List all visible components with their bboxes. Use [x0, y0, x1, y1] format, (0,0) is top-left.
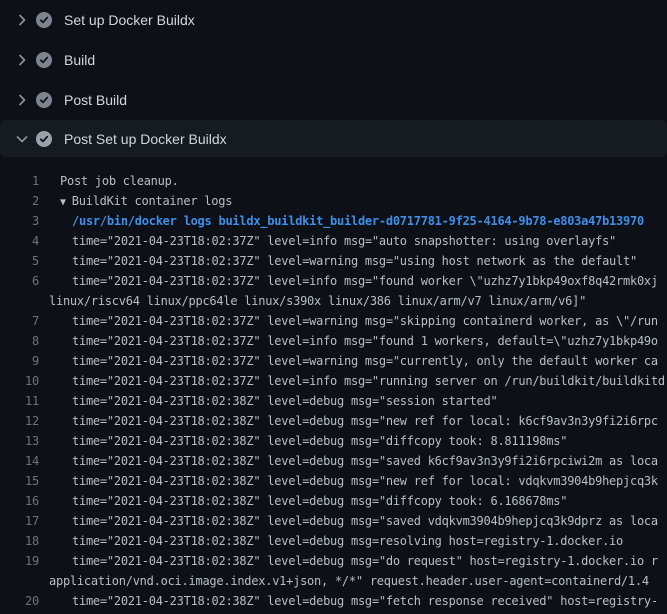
log-line: application/vnd.oci.image.index.v1+json,…	[0, 571, 667, 591]
log-line: 10 time="2021-04-23T18:02:37Z" level=inf…	[0, 371, 667, 391]
log-line-number[interactable]: 17	[0, 511, 39, 531]
log-line-text: linux/riscv64 linux/ppc64le linux/s390x …	[39, 291, 586, 311]
log-line-text: time="2021-04-23T18:02:37Z" level=warnin…	[39, 251, 637, 271]
log-line-number[interactable]: 5	[0, 251, 39, 271]
log-line: 2 ▼BuildKit container logs	[0, 191, 667, 211]
log-line-number[interactable]: 2	[0, 191, 39, 211]
step-label: Set up Docker Buildx	[64, 12, 195, 28]
step-row-post-build[interactable]: Post Build	[0, 80, 667, 120]
log-line-text: time="2021-04-23T18:02:37Z" level=info m…	[39, 231, 616, 251]
log-line-text: time="2021-04-23T18:02:38Z" level=debug …	[39, 511, 658, 531]
log-line-text: time="2021-04-23T18:02:37Z" level=warnin…	[39, 351, 658, 371]
log-line-text: time="2021-04-23T18:02:38Z" level=debug …	[39, 451, 658, 471]
log-line-text: time="2021-04-23T18:02:38Z" level=debug …	[39, 491, 567, 511]
log-line-number[interactable]: 15	[0, 471, 39, 491]
log-line-text: Post job cleanup.	[39, 171, 179, 191]
log-line-number[interactable]: 3	[0, 211, 39, 231]
log-line-text: time="2021-04-23T18:02:38Z" level=debug …	[39, 411, 658, 431]
log-line: 19 time="2021-04-23T18:02:38Z" level=deb…	[0, 551, 667, 571]
log-line-number[interactable]: 8	[0, 331, 39, 351]
step-row-setup-docker-buildx[interactable]: Set up Docker Buildx	[0, 0, 667, 40]
log-line-number[interactable]: 4	[0, 231, 39, 251]
log-line: 11 time="2021-04-23T18:02:38Z" level=deb…	[0, 391, 667, 411]
chevron-right-icon	[14, 92, 30, 108]
step-label: Post Set up Docker Buildx	[64, 131, 227, 147]
log-line: 6 time="2021-04-23T18:02:37Z" level=info…	[0, 271, 667, 291]
log-line: 16 time="2021-04-23T18:02:38Z" level=deb…	[0, 491, 667, 511]
log-line-number[interactable]	[0, 291, 39, 311]
check-circle-icon	[36, 12, 52, 28]
log-line-text: time="2021-04-23T18:02:38Z" level=debug …	[39, 531, 623, 551]
chevron-right-icon	[14, 52, 30, 68]
log-line: 17 time="2021-04-23T18:02:38Z" level=deb…	[0, 511, 667, 531]
check-circle-icon	[36, 52, 52, 68]
log-line-text: time="2021-04-23T18:02:37Z" level=info m…	[39, 331, 658, 351]
log-line-text: time="2021-04-23T18:02:37Z" level=info m…	[39, 271, 658, 291]
log-line-text: time="2021-04-23T18:02:38Z" level=debug …	[39, 591, 658, 611]
log-line: 4 time="2021-04-23T18:02:37Z" level=info…	[0, 231, 667, 251]
log-line-number[interactable]: 19	[0, 551, 39, 571]
log-line-text: time="2021-04-23T18:02:38Z" level=debug …	[39, 471, 658, 491]
log-line-text: time="2021-04-23T18:02:37Z" level=info m…	[39, 371, 665, 391]
log-line: linux/riscv64 linux/ppc64le linux/s390x …	[0, 291, 667, 311]
log-line: 14 time="2021-04-23T18:02:38Z" level=deb…	[0, 451, 667, 471]
chevron-down-icon	[14, 131, 30, 147]
log-line: 9 time="2021-04-23T18:02:37Z" level=warn…	[0, 351, 667, 371]
log-line-number[interactable]: 6	[0, 271, 39, 291]
log-line: 7 time="2021-04-23T18:02:37Z" level=warn…	[0, 311, 667, 331]
log-line-number[interactable]: 11	[0, 391, 39, 411]
log-line-text: /usr/bin/docker logs buildx_buildkit_bui…	[39, 211, 644, 231]
log-line-number[interactable]: 13	[0, 431, 39, 451]
log-line: 12 time="2021-04-23T18:02:38Z" level=deb…	[0, 411, 667, 431]
log-line-text: time="2021-04-23T18:02:38Z" level=debug …	[39, 431, 567, 451]
actions-log-viewer: { "steps": [ { "label": "Set up Docker B…	[0, 0, 667, 600]
log-line: 15 time="2021-04-23T18:02:38Z" level=deb…	[0, 471, 667, 491]
log-line-text: time="2021-04-23T18:02:38Z" level=debug …	[39, 551, 658, 571]
log-line: 1 Post job cleanup.	[0, 171, 667, 191]
log-line-number[interactable]: 10	[0, 371, 39, 391]
check-circle-icon	[36, 92, 52, 108]
log-line-number[interactable]: 18	[0, 531, 39, 551]
collapse-group-triangle-icon[interactable]: ▼	[60, 193, 66, 211]
log-line-number[interactable]: 7	[0, 311, 39, 331]
log-line-text: ▼BuildKit container logs	[39, 191, 232, 211]
step-label: Post Build	[64, 92, 127, 108]
log-line-number[interactable]: 9	[0, 351, 39, 371]
log-line-number[interactable]: 20	[0, 591, 39, 611]
step-label: Build	[64, 52, 95, 68]
log-line-number[interactable]: 12	[0, 411, 39, 431]
log-line-text: time="2021-04-23T18:02:37Z" level=warnin…	[39, 311, 658, 331]
check-circle-icon	[36, 131, 52, 147]
log-line-text: time="2021-04-23T18:02:38Z" level=debug …	[39, 391, 497, 411]
log-line: 8 time="2021-04-23T18:02:37Z" level=info…	[0, 331, 667, 351]
chevron-right-icon	[14, 12, 30, 28]
step-row-post-setup-docker-buildx[interactable]: Post Set up Docker Buildx	[0, 120, 667, 157]
log-line-number[interactable]: 14	[0, 451, 39, 471]
log-line-number[interactable]	[0, 571, 39, 591]
log-line-number[interactable]: 1	[0, 171, 39, 191]
log-line: 13 time="2021-04-23T18:02:38Z" level=deb…	[0, 431, 667, 451]
log-line-text: application/vnd.oci.image.index.v1+json,…	[39, 571, 649, 591]
step-list: Set up Docker Buildx Build Post Build Po…	[0, 0, 667, 157]
step-row-build[interactable]: Build	[0, 40, 667, 80]
log-output: 1 Post job cleanup. 2 ▼BuildKit containe…	[0, 157, 667, 614]
log-line: 3 /usr/bin/docker logs buildx_buildkit_b…	[0, 211, 667, 231]
log-line: 18 time="2021-04-23T18:02:38Z" level=deb…	[0, 531, 667, 551]
log-line-number[interactable]: 16	[0, 491, 39, 511]
log-line: 5 time="2021-04-23T18:02:37Z" level=warn…	[0, 251, 667, 271]
log-line: 20 time="2021-04-23T18:02:38Z" level=deb…	[0, 591, 667, 611]
